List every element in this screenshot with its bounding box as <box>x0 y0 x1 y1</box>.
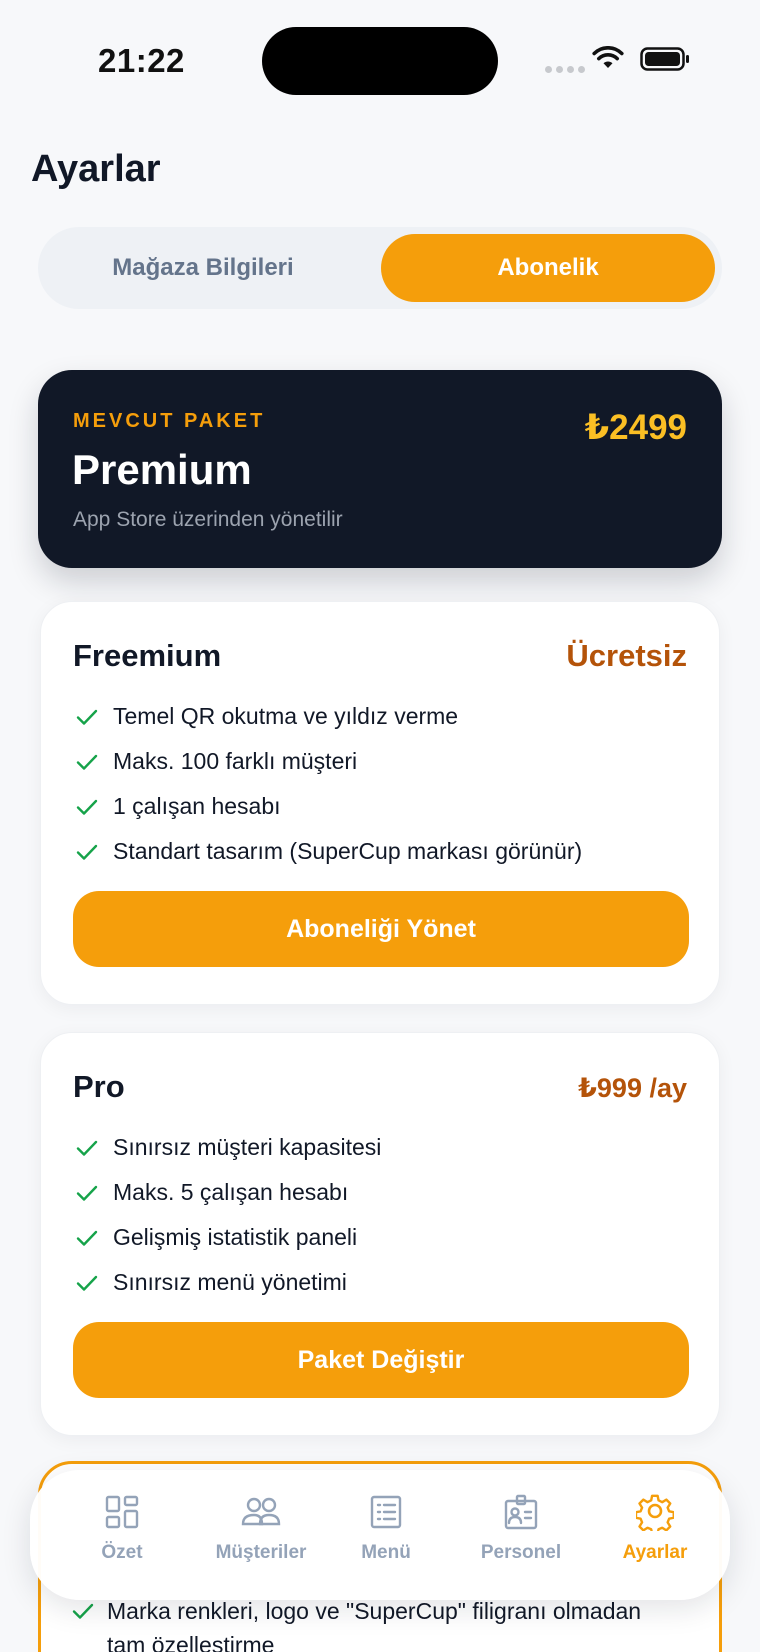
current-plan-label: MEVCUT PAKET <box>73 410 266 432</box>
feature-text: 1 çalışan hesabı <box>113 793 281 819</box>
current-plan-card: MEVCUT PAKET Premium App Store üzerinden… <box>38 370 722 568</box>
tab-settings[interactable]: Ayarlar <box>595 1492 715 1564</box>
plan-price: Ücretsiz <box>566 638 687 673</box>
signal-icon <box>545 66 585 73</box>
plan-price: ₺999 /ay <box>578 1073 687 1103</box>
plan-card-pro: Pro ₺999 /ay Sınırsız müşteri kapasitesi… <box>40 1032 720 1436</box>
change-plan-button[interactable]: Paket Değiştir <box>73 1322 689 1398</box>
page-title: Ayarlar <box>31 148 161 190</box>
list-item: Maks. 100 farklı müşteri <box>73 739 582 784</box>
check-icon <box>73 1179 101 1207</box>
gear-icon <box>635 1492 675 1532</box>
list-item: Sınırsız menü yönetimi <box>73 1260 381 1305</box>
dashboard-icon <box>102 1492 142 1532</box>
list-item: Sınırsız müşteri kapasitesi <box>73 1125 381 1170</box>
list-item: 1 çalışan hesabı <box>73 784 582 829</box>
tab-store-info[interactable]: Mağaza Bilgileri <box>44 234 362 302</box>
tab-label: Ayarlar <box>622 1542 688 1563</box>
wifi-icon <box>592 46 624 75</box>
check-icon <box>73 838 101 866</box>
settings-segmented-control: Mağaza Bilgileri Abonelik <box>38 227 722 309</box>
check-icon <box>73 1134 101 1162</box>
feature-text: Gelişmiş istatistik paneli <box>113 1224 358 1250</box>
current-plan-price: ₺2499 <box>584 408 687 447</box>
list-item: Temel QR okutma ve yıldız verme <box>73 694 582 739</box>
status-bar: 21:22 <box>0 0 760 110</box>
check-icon <box>73 1269 101 1297</box>
check-icon <box>73 703 101 731</box>
feature-text: Standart tasarım (SuperCup markası görün… <box>113 838 583 864</box>
feature-text: Sınırsız müşteri kapasitesi <box>113 1134 382 1160</box>
users-icon <box>241 1492 281 1532</box>
tab-label: Personel <box>480 1542 562 1563</box>
feature-text: Maks. 100 farklı müşteri <box>113 748 358 774</box>
tab-label: Özet <box>101 1542 143 1563</box>
tab-staff[interactable]: Personel <box>461 1492 581 1564</box>
status-time: 21:22 <box>98 42 185 79</box>
check-icon <box>71 1597 95 1625</box>
plan-name: Freemium <box>73 638 222 673</box>
list-item: Gelişmiş istatistik paneli <box>73 1215 381 1260</box>
tab-subscription[interactable]: Abonelik <box>381 234 715 302</box>
list-icon <box>366 1492 406 1532</box>
feature-text: Sınırsız menü yönetimi <box>113 1269 347 1295</box>
tab-menu[interactable]: Menü <box>326 1492 446 1564</box>
feature-list: Sınırsız müşteri kapasitesi Maks. 5 çalı… <box>73 1125 381 1305</box>
list-item: Standart tasarım (SuperCup markası görün… <box>73 829 582 874</box>
feature-text: Marka renkleri, logo ve "SuperCup" filig… <box>107 1598 642 1652</box>
feature-list: Temel QR okutma ve yıldız verme Maks. 10… <box>73 694 582 874</box>
tab-label: Menü <box>361 1542 411 1563</box>
feature-text: Maks. 5 çalışan hesabı <box>113 1179 349 1205</box>
tab-label: Müşteriler <box>215 1542 307 1563</box>
plan-card-freemium: Freemium Ücretsiz Temel QR okutma ve yıl… <box>40 601 720 1005</box>
plan-name: Pro <box>73 1069 125 1104</box>
tab-summary[interactable]: Özet <box>62 1492 182 1564</box>
check-icon <box>73 748 101 776</box>
dynamic-island <box>262 27 498 95</box>
list-item: Maks. 5 çalışan hesabı <box>73 1170 381 1215</box>
battery-icon <box>640 47 690 76</box>
tab-customers[interactable]: Müşteriler <box>201 1492 321 1564</box>
current-plan-note: App Store üzerinden yönetilir <box>73 508 343 531</box>
feature-text: Temel QR okutma ve yıldız verme <box>113 703 459 729</box>
bottom-tab-bar: Özet Müşteriler Menü Personel Ayarlar <box>30 1470 730 1600</box>
badge-icon <box>501 1492 541 1532</box>
check-icon <box>73 793 101 821</box>
check-icon <box>73 1224 101 1252</box>
list-item: Marka renkleri, logo ve "SuperCup" filig… <box>71 1594 671 1652</box>
current-plan-name: Premium <box>72 446 252 493</box>
manage-subscription-button[interactable]: Aboneliği Yönet <box>73 891 689 967</box>
